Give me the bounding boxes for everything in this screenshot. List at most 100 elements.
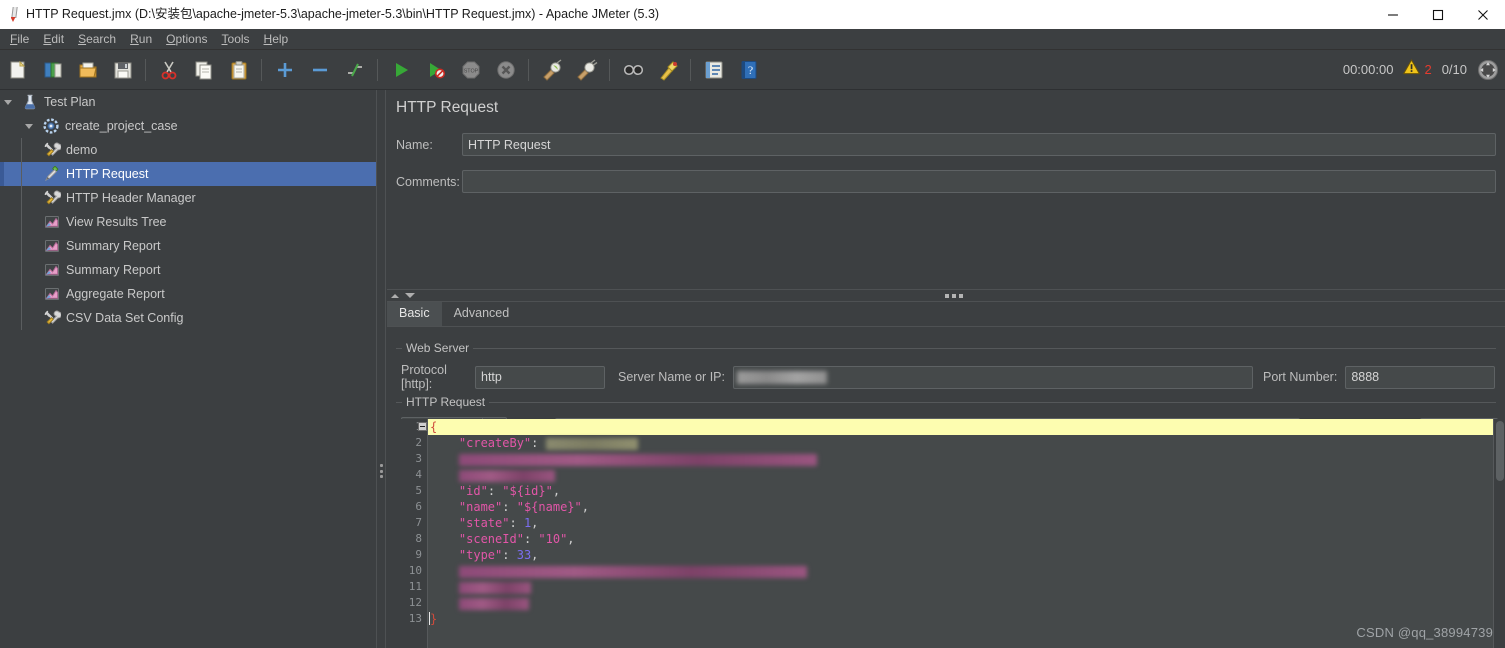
json-string: "name": [458, 500, 503, 514]
cut-icon[interactable]: [153, 54, 184, 86]
listener-icon: [42, 234, 62, 258]
port-number-input[interactable]: [1345, 365, 1496, 389]
menu-help[interactable]: Help: [257, 30, 296, 49]
open-icon[interactable]: [72, 54, 103, 86]
paste-icon[interactable]: [223, 54, 254, 86]
menu-search[interactable]: Search: [71, 30, 123, 49]
tree-node-view-results-tree[interactable]: View Results Tree: [0, 210, 376, 234]
json-string: "10": [538, 532, 568, 546]
search-icon[interactable]: [617, 54, 648, 86]
editor-code-area[interactable]: { "createBy": "id": "${id}", "name": "${…: [428, 419, 1505, 648]
menu-tools[interactable]: Tools: [215, 30, 257, 49]
line-number: 3: [415, 452, 422, 465]
json-number: 33: [516, 548, 532, 562]
code-line[interactable]: [428, 595, 1505, 611]
new-icon[interactable]: [2, 54, 33, 86]
tree-node-label: Test Plan: [44, 95, 96, 109]
svg-text:STOP: STOP: [463, 68, 478, 74]
code-fold-toggle[interactable]: [418, 422, 427, 431]
code-line[interactable]: [428, 579, 1505, 595]
tree-node-aggregate-report[interactable]: Aggregate Report: [0, 282, 376, 306]
minimize-icon[interactable]: [1370, 0, 1415, 29]
tree-node-summary-report[interactable]: Summary Report: [0, 258, 376, 282]
redacted-content: [545, 437, 638, 450]
toggle-icon[interactable]: [339, 54, 370, 86]
web-server-group-title: Web Server: [402, 341, 474, 355]
collapse-up-icon[interactable]: [391, 293, 399, 298]
code-line[interactable]: "sceneId": "10",: [428, 531, 1505, 547]
maximize-icon[interactable]: [1415, 0, 1460, 29]
body-data-editor[interactable]: 12345678910111213 { "createBy": "id": "$…: [396, 419, 1505, 648]
menu-file[interactable]: File: [3, 30, 36, 49]
copy-icon[interactable]: [188, 54, 219, 86]
code-line[interactable]: "name": "${name}",: [428, 499, 1505, 515]
tree-node-csv-data-set-config[interactable]: CSV Data Set Config: [0, 306, 376, 330]
http-sampler-icon: [42, 162, 62, 186]
vertical-splitter-grip[interactable]: [380, 464, 384, 478]
expand-all-icon[interactable]: [269, 54, 300, 86]
reset-search-icon[interactable]: [652, 54, 683, 86]
vertical-splitter[interactable]: [376, 90, 386, 648]
start-no-pauses-icon[interactable]: [420, 54, 451, 86]
thread-status-icon[interactable]: [1477, 58, 1499, 82]
horizontal-splitter-grip[interactable]: [945, 294, 963, 298]
tree-twisty[interactable]: [21, 114, 37, 138]
help-icon[interactable]: ?: [733, 54, 764, 86]
tree-node-label: HTTP Header Manager: [66, 191, 196, 205]
menu-options[interactable]: Options: [159, 30, 214, 49]
code-line[interactable]: [428, 563, 1505, 579]
collapse-down-icon[interactable]: [405, 293, 415, 298]
code-line[interactable]: "id": "${id}",: [428, 483, 1505, 499]
test-plan-tree[interactable]: Test Plan create_project_case demo HTTP Req…: [0, 90, 376, 648]
save-icon[interactable]: [107, 54, 138, 86]
web-server-group: Web Server: [396, 341, 1496, 355]
protocol-label: Protocol [http]:: [401, 363, 447, 391]
comments-input[interactable]: [462, 170, 1496, 193]
tree-guide: [21, 234, 22, 258]
tree-twisty[interactable]: [0, 90, 16, 114]
close-icon[interactable]: [1460, 0, 1505, 29]
code-line[interactable]: "type": 33,: [428, 547, 1505, 563]
stop-icon[interactable]: STOP: [455, 54, 486, 86]
jmeter-logo-icon: [0, 0, 26, 29]
clear-all-icon[interactable]: [571, 54, 602, 86]
protocol-input[interactable]: [475, 365, 605, 389]
collapse-all-icon[interactable]: [304, 54, 335, 86]
tree-node-summary-report[interactable]: Summary Report: [0, 234, 376, 258]
tree-node-demo[interactable]: demo: [0, 138, 376, 162]
tree-node-http-header-manager[interactable]: HTTP Header Manager: [0, 186, 376, 210]
menu-run[interactable]: Run: [123, 30, 159, 49]
line-number: 2: [415, 436, 422, 449]
json-string: "sceneId": [458, 532, 524, 546]
code-line[interactable]: }: [428, 611, 1505, 627]
tab-advanced[interactable]: Advanced: [442, 302, 522, 326]
code-line[interactable]: {: [428, 419, 1505, 435]
toolbar-separator: [261, 58, 262, 81]
templates-icon[interactable]: [37, 54, 68, 86]
editor-scrollbar-thumb[interactable]: [1496, 421, 1504, 481]
code-line[interactable]: [428, 467, 1505, 483]
code-line[interactable]: [428, 451, 1505, 467]
menu-edit[interactable]: Edit: [36, 30, 71, 49]
line-number: 10: [408, 564, 422, 577]
shutdown-icon[interactable]: [490, 54, 521, 86]
editor-scrollbar[interactable]: [1493, 419, 1505, 648]
warning-triangle-icon[interactable]: [1403, 58, 1421, 80]
error-count[interactable]: 2: [1424, 62, 1431, 77]
horizontal-splitter[interactable]: [387, 289, 1505, 302]
toolbar-separator: [528, 58, 529, 81]
tree-node-test-plan[interactable]: Test Plan: [0, 90, 376, 114]
line-number: 4: [415, 468, 422, 481]
code-line[interactable]: "state": 1,: [428, 515, 1505, 531]
clear-icon[interactable]: [536, 54, 567, 86]
tree-node-http-request[interactable]: HTTP Request: [0, 162, 376, 186]
name-input[interactable]: [462, 133, 1496, 156]
json-punct: ,: [581, 500, 589, 514]
tree-node-create-project-case[interactable]: create_project_case: [0, 114, 376, 138]
tab-basic[interactable]: Basic: [387, 302, 442, 326]
start-icon[interactable]: [385, 54, 416, 86]
code-line[interactable]: "createBy":: [428, 435, 1505, 451]
function-helper-icon[interactable]: [698, 54, 729, 86]
